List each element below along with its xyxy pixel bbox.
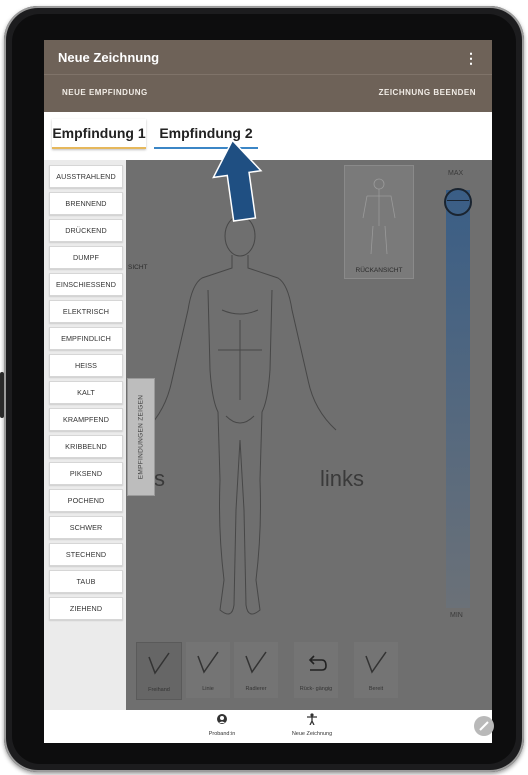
app-bar: Neue Zeichnung ⋮ NEUE EMPFINDUNG ZEICHNU… [44, 40, 492, 112]
sensation-button[interactable]: ZIEHEND [49, 597, 123, 620]
line-pen-icon [197, 651, 219, 674]
eraser-icon [245, 651, 267, 674]
undo-icon [308, 655, 327, 671]
pen-icon [148, 652, 170, 675]
tool-label: Linie [202, 686, 214, 692]
nav-label: Proband:in [208, 731, 236, 737]
sensation-button[interactable]: KRIBBELND [49, 435, 123, 458]
bottom-navigation: Proband:in Neue Zeichnung [44, 710, 492, 743]
intensity-scale[interactable] [446, 190, 470, 608]
sensation-button[interactable]: POCHEND [49, 489, 123, 512]
sensation-button[interactable]: EMPFINDLICH [49, 327, 123, 350]
app-bar-divider [44, 74, 492, 75]
sensation-button[interactable]: KRAMPFEND [49, 408, 123, 431]
tool-eraser-button[interactable]: Radierer [234, 642, 278, 698]
sensation-button[interactable]: DRÜCKEND [49, 219, 123, 242]
nav-participant[interactable]: Proband:in [192, 712, 252, 737]
sensation-button[interactable]: HEISS [49, 354, 123, 377]
sensation-button[interactable]: ELEKTRISCH [49, 300, 123, 323]
tool-undo-button[interactable]: Rück- gängig [294, 642, 338, 698]
sensation-button[interactable]: BRENNEND [49, 192, 123, 215]
sensation-button[interactable]: PIKSEND [49, 462, 123, 485]
arrow-annotation-icon [212, 139, 263, 222]
nav-label: Neue Zeichnung [291, 731, 333, 737]
tool-label: Radierer [245, 686, 267, 692]
sensation-button[interactable]: TAUB [49, 570, 123, 593]
end-drawing-button[interactable]: ZEICHNUNG BEENDEN [379, 88, 476, 97]
account-icon [217, 714, 227, 724]
tool-label: Bereit [368, 686, 384, 692]
sensation-button[interactable]: AUSSTRAHLEND [49, 165, 123, 188]
drawing-area[interactable]: RÜCKANSICHT SICHT s links MAX MIN Freiha… [44, 160, 492, 710]
tool-freehand-button[interactable]: Freihand [136, 642, 182, 700]
sensation-tabs: Empfindung 1 Empfindung 2 [44, 112, 492, 160]
intensity-slider-handle[interactable] [444, 188, 472, 216]
scale-min-label: MIN [450, 612, 463, 619]
sensation-button[interactable]: DUMPF [49, 246, 123, 269]
new-sensation-button[interactable]: NEUE EMPFINDUNG [62, 88, 148, 97]
pencil-icon [479, 721, 489, 731]
app-screen: Neue Zeichnung ⋮ NEUE EMPFINDUNG ZEICHNU… [44, 40, 492, 743]
person-icon [307, 713, 317, 726]
overflow-menu-icon[interactable]: ⋮ [464, 50, 478, 67]
body-side-left-label: links [320, 466, 365, 491]
body-figure[interactable] [122, 180, 372, 640]
tool-label: Rück- gängig [299, 686, 333, 692]
app-title: Neue Zeichnung [58, 50, 160, 65]
show-sensations-label: EMPFINDUNGEN ZEIGEN [137, 394, 145, 480]
sensation-button[interactable]: SCHWER [49, 516, 123, 539]
tablet-side-button [0, 372, 4, 418]
tool-label: Freihand [148, 687, 170, 693]
sensation-list: AUSSTRAHLEND BRENNEND DRÜCKEND DUMPF EIN… [44, 160, 126, 710]
tool-done-button[interactable]: Bereit [354, 642, 398, 698]
nav-new-drawing[interactable]: Neue Zeichnung [282, 712, 342, 737]
body-side-right-label: s [154, 466, 165, 491]
tool-line-button[interactable]: Linie [186, 642, 230, 698]
sensation-button[interactable]: STECHEND [49, 543, 123, 566]
show-sensations-tab[interactable]: EMPFINDUNGEN ZEIGEN [127, 378, 155, 496]
pen-check-icon [365, 651, 387, 674]
sensation-button[interactable]: EINSCHIESSEND [49, 273, 123, 296]
scale-max-label: MAX [448, 170, 464, 177]
sensation-button[interactable]: KALT [49, 381, 123, 404]
edit-fab[interactable] [474, 716, 494, 736]
tab-sensation-1[interactable]: Empfindung 1 [52, 119, 146, 149]
